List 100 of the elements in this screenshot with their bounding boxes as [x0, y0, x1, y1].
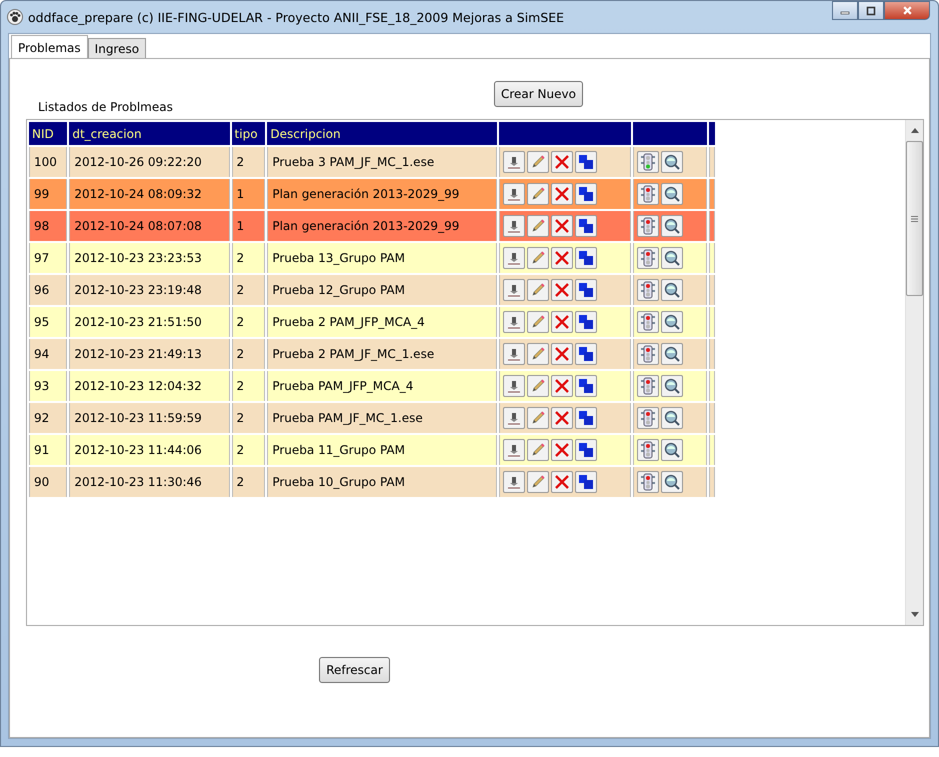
close-button[interactable] [884, 1, 930, 20]
delete-button[interactable] [551, 407, 573, 429]
refresh-button[interactable]: Refrescar [319, 656, 390, 682]
pencil-button[interactable] [527, 471, 549, 493]
copy-icon [577, 441, 595, 459]
copy-icon [577, 153, 595, 171]
cross-icon [553, 409, 571, 427]
scrollbar-thumb[interactable] [906, 141, 923, 296]
pencil-button[interactable] [527, 311, 549, 333]
copy-icon [577, 473, 595, 491]
create-new-button[interactable]: Crear Nuevo [494, 81, 583, 107]
copy-button[interactable] [575, 215, 597, 237]
download-button[interactable] [503, 183, 525, 205]
magnifier-icon [663, 281, 681, 299]
pencil-button[interactable] [527, 279, 549, 301]
download-button[interactable] [503, 247, 525, 269]
download-button[interactable] [503, 375, 525, 397]
cross-icon [553, 185, 571, 203]
maximize-button[interactable] [858, 1, 884, 20]
delete-button[interactable] [551, 247, 573, 269]
pencil-button[interactable] [527, 151, 549, 173]
table-cell: 2012-10-23 12:04:32 [69, 371, 230, 401]
magnifier-icon [663, 473, 681, 491]
copy-button[interactable] [575, 407, 597, 429]
table-row[interactable]: 98 2012-10-24 08:07:08 1 Plan generación 2013-2029_99 [29, 211, 715, 241]
table-cell: Prueba 2 PAM_JFP_MCA_4 [267, 307, 497, 337]
delete-button[interactable] [551, 439, 573, 461]
pencil-button[interactable] [527, 343, 549, 365]
copy-button[interactable] [575, 343, 597, 365]
copy-button[interactable] [575, 375, 597, 397]
download-button[interactable] [503, 407, 525, 429]
download-button[interactable] [503, 311, 525, 333]
cross-icon [553, 345, 571, 363]
table-row[interactable]: 91 2012-10-23 11:44:06 2 Prueba 11_Grupo PAM [29, 435, 715, 465]
copy-icon [577, 249, 595, 267]
close-icon [902, 5, 912, 16]
magnifier-button[interactable] [661, 439, 683, 461]
pencil-button[interactable] [527, 407, 549, 429]
table-cell: 2012-10-23 23:23:53 [69, 243, 230, 273]
magnifier-button[interactable] [661, 247, 683, 269]
pencil-button[interactable] [527, 375, 549, 397]
pencil-button[interactable] [527, 247, 549, 269]
magnifier-button[interactable] [661, 375, 683, 397]
delete-button[interactable] [551, 279, 573, 301]
delete-button[interactable] [551, 375, 573, 397]
magnifier-button[interactable] [661, 471, 683, 493]
copy-button[interactable] [575, 279, 597, 301]
table-row[interactable]: 95 2012-10-23 21:51:50 2 Prueba 2 PAM_JFP_MCA_4 [29, 307, 715, 337]
download-button[interactable] [503, 151, 525, 173]
table-row[interactable]: 97 2012-10-23 23:23:53 2 Prueba 13_Grupo PAM [29, 243, 715, 273]
table-row[interactable]: 96 2012-10-23 23:19:48 2 Prueba 12_Grupo PAM [29, 275, 715, 305]
download-button[interactable] [503, 343, 525, 365]
delete-button[interactable] [551, 311, 573, 333]
table-row[interactable]: 90 2012-10-23 11:30:46 2 Prueba 10_Grupo PAM [29, 467, 715, 497]
pencil-button[interactable] [527, 215, 549, 237]
copy-button[interactable] [575, 247, 597, 269]
pencil-button[interactable] [527, 183, 549, 205]
cross-icon [553, 249, 571, 267]
tab[interactable]: Ingreso [88, 38, 146, 58]
scroll-down-icon[interactable] [910, 612, 918, 617]
table-row[interactable]: 92 2012-10-23 11:59:59 2 Prueba PAM_JF_MC_1.ese [29, 403, 715, 433]
table-cell: 2 [232, 307, 266, 337]
magnifier-button[interactable] [661, 343, 683, 365]
copy-button[interactable] [575, 183, 597, 205]
copy-button[interactable] [575, 439, 597, 461]
column-header: NID [29, 122, 68, 145]
magnifier-button[interactable] [661, 279, 683, 301]
magnifier-button[interactable] [661, 407, 683, 429]
table-cell: 2012-10-23 11:59:59 [69, 403, 230, 433]
table-cell: Prueba 3 PAM_JF_MC_1.ese [267, 147, 497, 177]
table-cell: 2 [232, 243, 266, 273]
pencil-button[interactable] [527, 439, 549, 461]
copy-icon [577, 345, 595, 363]
table-cell: 2 [232, 435, 266, 465]
table-cell: 2 [232, 467, 266, 497]
delete-button[interactable] [551, 151, 573, 173]
copy-button[interactable] [575, 311, 597, 333]
download-button[interactable] [503, 279, 525, 301]
minimize-button[interactable] [832, 1, 858, 20]
tab[interactable]: Problemas [11, 35, 88, 58]
delete-button[interactable] [551, 183, 573, 205]
download-button[interactable] [503, 471, 525, 493]
table-row[interactable]: 100 2012-10-26 09:22:20 2 Prueba 3 PAM_JF_MC_1.ese [29, 147, 715, 177]
magnifier-button[interactable] [661, 215, 683, 237]
delete-button[interactable] [551, 343, 573, 365]
table-row[interactable]: 93 2012-10-23 12:04:32 2 Prueba PAM_JFP_MCA_4 [29, 371, 715, 401]
magnifier-button[interactable] [661, 311, 683, 333]
magnifier-button[interactable] [661, 151, 683, 173]
download-button[interactable] [503, 215, 525, 237]
download-button[interactable] [503, 439, 525, 461]
copy-button[interactable] [575, 471, 597, 493]
scroll-up-icon[interactable] [910, 128, 918, 133]
vertical-scrollbar[interactable] [905, 120, 923, 625]
table-cell: 2 [232, 275, 266, 305]
copy-button[interactable] [575, 151, 597, 173]
delete-button[interactable] [551, 215, 573, 237]
magnifier-button[interactable] [661, 183, 683, 205]
table-row[interactable]: 99 2012-10-24 08:09:32 1 Plan generación 2013-2029_99 [29, 179, 715, 209]
delete-button[interactable] [551, 471, 573, 493]
table-row[interactable]: 94 2012-10-23 21:49:13 2 Prueba 2 PAM_JF_MC_1.ese [29, 339, 715, 369]
